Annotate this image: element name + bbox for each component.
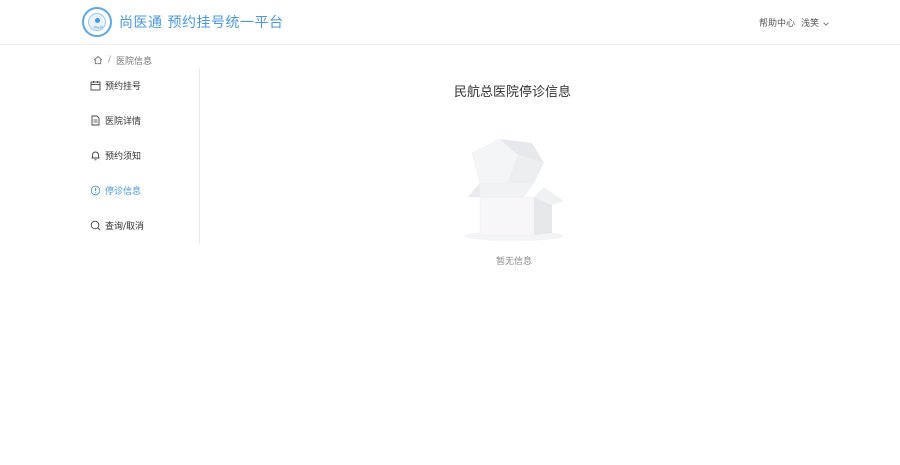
sidebar-item-label: 医院详情 <box>105 116 142 127</box>
breadcrumb-separator: / <box>108 55 112 65</box>
home-icon[interactable] <box>93 55 103 65</box>
sidebar-item-suspension-info[interactable]: 停诊信息 <box>89 182 141 198</box>
logo-mark <box>95 18 100 23</box>
logo-text: 尚医通 <box>93 26 103 29</box>
sidebar-item-query-cancel[interactable]: 查询/取消 <box>89 217 144 233</box>
chevron-down-icon <box>823 22 829 26</box>
breadcrumb: / 医院信息 <box>93 54 153 67</box>
sidebar-item-appointment[interactable]: 预约挂号 <box>89 77 141 93</box>
breadcrumb-current: 医院信息 <box>116 56 153 67</box>
calendar-icon <box>89 79 101 91</box>
user-name: 浅笑 <box>801 19 820 29</box>
hospital-logo[interactable]: 尚医通 <box>82 7 112 37</box>
sidebar-item-label: 停诊信息 <box>105 186 142 197</box>
sidebar-nav: 预约挂号 医院详情 预约须知 停诊信息 查询/取消 <box>86 68 200 244</box>
sidebar-item-label: 查询/取消 <box>105 221 145 232</box>
site-title[interactable]: 尚医通 预约挂号统一平台 <box>119 12 283 32</box>
user-menu[interactable]: 浅笑 <box>801 16 830 29</box>
logo-emblem: 尚医通 <box>88 13 106 31</box>
sidebar-item-hospital-details[interactable]: 医院详情 <box>89 112 141 128</box>
empty-box-illustration <box>464 138 564 241</box>
info-circle-icon <box>89 184 101 196</box>
document-icon <box>89 114 101 126</box>
sidebar-item-label: 预约挂号 <box>105 81 142 92</box>
search-icon <box>89 219 101 231</box>
sidebar-item-notice[interactable]: 预约须知 <box>89 147 141 163</box>
bell-icon <box>89 149 101 161</box>
sidebar-item-label: 预约须知 <box>105 151 142 162</box>
page-title: 民航总医院停诊信息 <box>454 85 572 100</box>
help-center-link[interactable]: 帮助中心 <box>759 16 795 29</box>
top-header: 尚医通 尚医通 预约挂号统一平台 帮助中心 浅笑 <box>0 0 900 45</box>
empty-state-text: 暂无信息 <box>496 257 533 267</box>
